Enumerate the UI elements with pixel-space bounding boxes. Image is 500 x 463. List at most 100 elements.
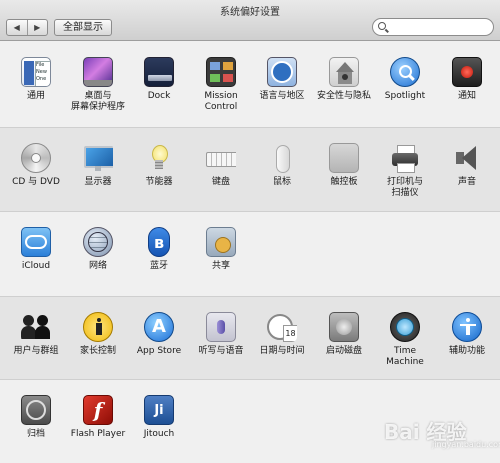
- pane-accessibility[interactable]: 辅助功能: [436, 312, 498, 357]
- pane-cd[interactable]: CD 与 DVD: [5, 143, 67, 188]
- search-input[interactable]: [391, 20, 487, 33]
- pane-general[interactable]: File New One 通用: [5, 57, 67, 102]
- pane-language[interactable]: 语言与地区: [251, 57, 313, 102]
- pane-label: 通知: [457, 91, 476, 101]
- display-icon: [83, 143, 113, 173]
- accessibility-icon: [452, 312, 482, 342]
- pane-date-time[interactable]: 18 日期与时间: [251, 312, 313, 357]
- archive-icon: [21, 395, 51, 425]
- pane-sharing[interactable]: 共享: [190, 227, 252, 272]
- network-icon: [83, 227, 113, 257]
- show-all-button[interactable]: 全部显示: [54, 19, 112, 36]
- pane-label: 归档: [26, 429, 45, 439]
- keyboard-icon: [206, 143, 236, 173]
- pane-spotlight[interactable]: Spotlight: [374, 57, 436, 102]
- pane-archive[interactable]: 归档: [5, 395, 67, 440]
- pane-display[interactable]: 显示器: [67, 143, 129, 188]
- trackpad-icon: [329, 143, 359, 173]
- section-divider: [0, 127, 500, 128]
- pane-label: 安全性与隐私: [316, 91, 371, 101]
- language-icon: [267, 57, 297, 87]
- sound-icon: [452, 143, 482, 173]
- sharing-icon: [206, 227, 236, 257]
- pane-label: 通用: [26, 91, 45, 101]
- pane-flash-player[interactable]: f Flash Player: [67, 395, 129, 440]
- pane-label: 辅助功能: [448, 346, 485, 356]
- pane-section: 用户与群组 家长控制 A App Store 听写与语音 18 日期与时间 启动磁盘 Tim…: [0, 296, 500, 379]
- pane-section: File New One 通用 桌面与 屏幕保护程序 Dock Mission Cont…: [0, 41, 500, 127]
- dictation-icon: [206, 312, 236, 342]
- pane-label: 打印机与 扫描仪: [386, 177, 423, 198]
- section-divider: [0, 379, 500, 380]
- dock-icon: [144, 57, 174, 87]
- pane-printer[interactable]: 打印机与 扫描仪: [374, 143, 436, 199]
- pane-mission-control[interactable]: Mission Control: [190, 57, 252, 113]
- pane-mouse[interactable]: 鼠标: [251, 143, 313, 188]
- general-icon: File New One: [21, 57, 51, 87]
- spotlight-icon: [390, 57, 420, 87]
- time-machine-icon: [390, 312, 420, 342]
- pane-label: 启动磁盘: [325, 346, 362, 356]
- pane-trackpad[interactable]: 触控板: [313, 143, 375, 188]
- mouse-icon: [267, 143, 297, 173]
- pane-parental-controls[interactable]: 家长控制: [67, 312, 129, 357]
- printer-icon: [390, 143, 420, 173]
- pane-bluetooth[interactable]: ʙ 蓝牙: [128, 227, 190, 272]
- pane-keyboard[interactable]: 键盘: [190, 143, 252, 188]
- desktop-icon: [83, 57, 113, 87]
- pane-time-machine[interactable]: Time Machine: [374, 312, 436, 368]
- watermark-url: jingyan.baidu.com: [432, 440, 500, 449]
- pane-label: Time Machine: [386, 346, 424, 367]
- pane-app-store[interactable]: A App Store: [128, 312, 190, 357]
- search-icon: [378, 22, 386, 30]
- pane-label: 共享: [211, 261, 230, 271]
- pane-label: Dock: [147, 91, 171, 101]
- app-store-icon: A: [144, 312, 174, 342]
- energy-saver-icon: [144, 143, 174, 173]
- pane-label: 显示器: [84, 177, 112, 187]
- mission-control-icon: [206, 57, 236, 87]
- users-icon: [21, 312, 51, 342]
- jitouch-icon: Ji: [144, 395, 174, 425]
- pane-network[interactable]: 网络: [67, 227, 129, 272]
- pane-label: 桌面与 屏幕保护程序: [70, 91, 125, 112]
- search-field[interactable]: [372, 18, 494, 36]
- pane-energy-saver[interactable]: 节能器: [128, 143, 190, 188]
- pane-users[interactable]: 用户与群组: [5, 312, 67, 357]
- pane-jitouch[interactable]: Ji Jitouch: [128, 395, 190, 440]
- pane-label: App Store: [136, 346, 182, 356]
- date-time-icon: 18: [267, 312, 297, 342]
- pane-label: 鼠标: [272, 177, 291, 187]
- pane-icloud[interactable]: iCloud: [5, 227, 67, 272]
- pane-section: iCloud 网络 ʙ 蓝牙 共享: [0, 211, 500, 296]
- pane-dictation[interactable]: 听写与语音: [190, 312, 252, 357]
- pane-label: CD 与 DVD: [12, 177, 60, 187]
- pane-label: 节能器: [145, 177, 173, 187]
- pane-dock[interactable]: Dock: [128, 57, 190, 102]
- back-button[interactable]: ◀: [7, 20, 27, 35]
- parental-controls-icon: [83, 312, 113, 342]
- system-preferences-window: 系统偏好设置 ◀ ▶ 全部显示 File New One 通用 桌面与 屏幕保护程序 D…: [0, 0, 500, 463]
- pane-label: iCloud: [21, 261, 51, 271]
- pane-label: 键盘: [211, 177, 230, 187]
- pane-security[interactable]: 安全性与隐私: [313, 57, 375, 102]
- cd-icon: [21, 143, 51, 173]
- bluetooth-icon: ʙ: [148, 227, 170, 257]
- pane-label: 触控板: [330, 177, 358, 187]
- icloud-icon: [21, 227, 51, 257]
- pane-sound[interactable]: 声音: [436, 143, 498, 188]
- pane-desktop[interactable]: 桌面与 屏幕保护程序: [67, 57, 129, 113]
- pane-label: 蓝牙: [149, 261, 168, 271]
- section-divider: [0, 211, 500, 212]
- notifications-icon: [452, 57, 482, 87]
- nav-buttons: ◀ ▶: [6, 19, 48, 36]
- security-icon: [329, 57, 359, 87]
- pane-label: 用户与群组: [13, 346, 59, 356]
- pane-label: 网络: [88, 261, 107, 271]
- pane-notifications[interactable]: 通知: [436, 57, 498, 102]
- forward-button[interactable]: ▶: [26, 20, 48, 35]
- pane-startup-disk[interactable]: 启动磁盘: [313, 312, 375, 357]
- flash-player-icon: f: [83, 395, 113, 425]
- titlebar: 系统偏好设置 ◀ ▶ 全部显示: [0, 0, 500, 41]
- pane-section: CD 与 DVD 显示器 节能器 键盘 鼠标 触控板 打印机与 扫描仪 声音: [0, 127, 500, 211]
